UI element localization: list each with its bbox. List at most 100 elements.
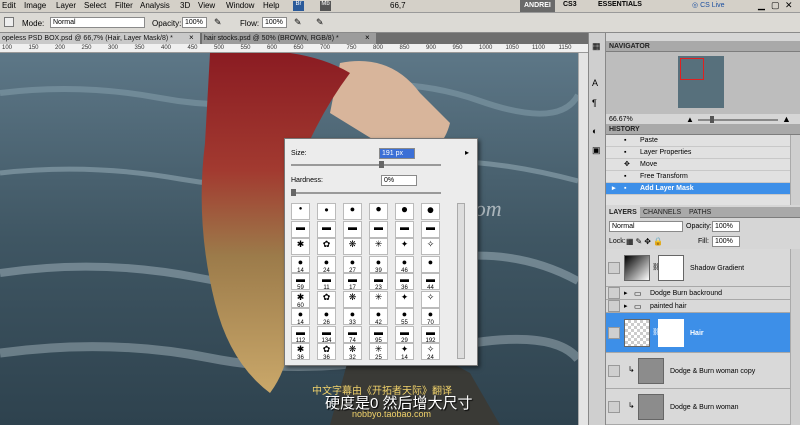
brush-preset[interactable]: ● 42 [369, 308, 388, 326]
visibility-toggle[interactable] [608, 300, 620, 312]
history-item-current[interactable]: ▸ ▪ Add Layer Mask [606, 183, 790, 195]
tab-layers[interactable]: LAYERS [606, 207, 640, 218]
brush-preset[interactable]: ✱ [291, 238, 310, 255]
minibridge-icon[interactable]: Mb [320, 1, 331, 11]
brush-preset[interactable]: ● 24 [317, 255, 336, 274]
brush-preset[interactable]: ▬ 36 [395, 273, 414, 291]
brush-preset[interactable]: ▬ 59 [291, 273, 310, 291]
brush-preset[interactable]: ▬ 17 [343, 273, 362, 291]
brush-preset[interactable]: ▬ [291, 220, 310, 238]
brush-preset[interactable]: ✦ 14 [395, 343, 414, 361]
brush-preset[interactable]: ● [369, 203, 388, 220]
menu-filter[interactable]: Filter [115, 1, 133, 10]
zoom-level[interactable]: 66,7 [390, 1, 406, 10]
picker-menu-icon[interactable]: ▸ [465, 148, 469, 157]
brush-preset[interactable]: ▬ [369, 220, 388, 238]
brush-panel-icon[interactable]: ▦ [592, 41, 601, 52]
brush-preset[interactable]: ● 14 [291, 255, 310, 274]
navigator-view-box[interactable] [680, 58, 704, 80]
group-painted-hair[interactable]: ▸ ▭ painted hair [606, 300, 790, 313]
zoom-in-icon[interactable]: ▲ [782, 114, 791, 124]
visibility-toggle[interactable] [608, 287, 620, 299]
zoom-out-icon[interactable]: ▲ [686, 115, 694, 124]
brush-preset[interactable]: ✦ [395, 238, 414, 255]
brush-preset[interactable]: ❋ 32 [343, 343, 362, 361]
size-slider-thumb[interactable] [379, 161, 384, 168]
brush-preset[interactable]: ▬ 134 [317, 325, 336, 344]
group-dodge-burn-background[interactable]: ▸ ▭ Dodge Burn backround [606, 287, 790, 300]
menu-window[interactable]: Window [226, 1, 254, 10]
menu-select[interactable]: Select [84, 1, 106, 10]
brush-preset[interactable]: ▬ [421, 220, 440, 238]
brush-preset[interactable]: ▬ [317, 220, 336, 238]
brush-preset[interactable]: ● [421, 255, 440, 273]
brush-preset[interactable]: ● 70 [421, 308, 440, 326]
brush-preset[interactable]: ● 39 [369, 255, 388, 274]
brush-preset[interactable]: ✳ [369, 238, 388, 255]
brush-preset[interactable]: ✧ 24 [421, 343, 440, 361]
history-item[interactable]: ✥ Move [606, 159, 790, 171]
brush-preset[interactable]: ❋ [343, 290, 362, 308]
opacity-field[interactable]: 100% [182, 17, 207, 28]
workspace-andrei[interactable]: ANDREI [520, 0, 555, 12]
brush-preset[interactable]: ● [291, 203, 310, 220]
history-item[interactable]: ▪ Paste [606, 135, 790, 147]
brush-preset[interactable]: ● [421, 203, 440, 220]
brush-preset[interactable]: ▬ [395, 220, 414, 238]
brush-preset[interactable]: ▬ [343, 220, 362, 238]
brush-preset[interactable]: ▬ 29 [395, 325, 414, 344]
menu-view[interactable]: View [198, 1, 215, 10]
brush-preset[interactable]: ● [317, 203, 336, 220]
brush-preset[interactable]: ▬ 95 [369, 325, 388, 344]
tab-close-icon[interactable]: × [365, 33, 370, 42]
layer-dodge-burn-woman[interactable]: ↳ Dodge & Burn woman [606, 389, 790, 425]
brush-preset[interactable]: ✿ [317, 238, 336, 255]
brush-preset[interactable]: ● [395, 203, 414, 220]
brush-preset-icon[interactable] [4, 17, 14, 27]
layer-shadow-gradient[interactable]: ⛓ Shadow Gradient [606, 249, 790, 287]
preset-scrollbar[interactable] [457, 203, 465, 359]
zoom-slider-thumb[interactable] [710, 116, 714, 123]
pressure-opacity-icon[interactable]: ✎ [214, 17, 222, 28]
pressure-size-icon[interactable]: ✎ [316, 17, 324, 28]
character-panel-icon[interactable]: A [592, 78, 598, 88]
brush-preset[interactable]: ● 27 [343, 255, 362, 274]
paragraph-panel-icon[interactable]: ¶ [592, 98, 597, 108]
brush-preset[interactable]: ● 26 [317, 308, 336, 326]
hardness-field[interactable]: 0% [381, 175, 417, 186]
airbrush-icon[interactable]: ✎ [294, 17, 302, 28]
layer-dodge-burn-woman-copy[interactable]: ↳ Dodge & Burn woman copy [606, 353, 790, 389]
expand-arrow-icon[interactable]: ▸ [624, 302, 628, 310]
vertical-scrollbar[interactable] [578, 53, 588, 425]
close-button[interactable]: ✕ [785, 0, 793, 11]
brush-preset[interactable]: ✧ [421, 290, 440, 308]
menu-edit[interactable]: Edit [2, 1, 16, 10]
cs-live-link[interactable]: ◎ CS Live [692, 1, 725, 9]
brush-preset[interactable]: ● 55 [395, 308, 414, 326]
flow-field[interactable]: 100% [262, 17, 287, 28]
menu-3d[interactable]: 3D [180, 1, 190, 10]
tab-close-icon[interactable]: × [189, 33, 194, 42]
tab-psd-box[interactable]: opeless PSD BOX.psd @ 66,7% (Hair, Layer… [0, 33, 200, 44]
brush-preset[interactable]: ▬ 112 [291, 325, 310, 344]
history-item[interactable]: ▪ Layer Properties [606, 147, 790, 159]
layers-scrollbar[interactable] [790, 249, 800, 425]
size-slider[interactable] [291, 164, 441, 166]
brush-preset[interactable]: ● 33 [343, 308, 362, 326]
hardness-slider[interactable] [291, 192, 441, 194]
minimize-button[interactable]: ▁ [758, 0, 765, 11]
fill-field[interactable]: 100% [712, 236, 740, 247]
brush-preset[interactable]: ▬ 74 [343, 325, 362, 344]
visibility-toggle[interactable] [608, 262, 620, 274]
visibility-eye-icon[interactable] [608, 327, 620, 339]
brush-preset[interactable]: ● 14 [291, 308, 310, 326]
brush-preset[interactable]: ✧ [421, 238, 440, 255]
masks-panel-icon[interactable]: ▣ [592, 145, 601, 156]
maximize-button[interactable]: ▢ [771, 0, 780, 11]
brush-preset[interactable]: ✦ [395, 290, 414, 308]
brush-preset[interactable]: ▬ 192 [421, 325, 440, 344]
navigator-zoom[interactable]: 66.67% [609, 116, 633, 123]
brush-preset[interactable]: ● [343, 203, 362, 220]
tab-hair-stocks[interactable]: hair stocks.psd @ 50% (BROWN, RGB/8) * [202, 33, 376, 44]
hardness-slider-thumb[interactable] [291, 189, 296, 196]
